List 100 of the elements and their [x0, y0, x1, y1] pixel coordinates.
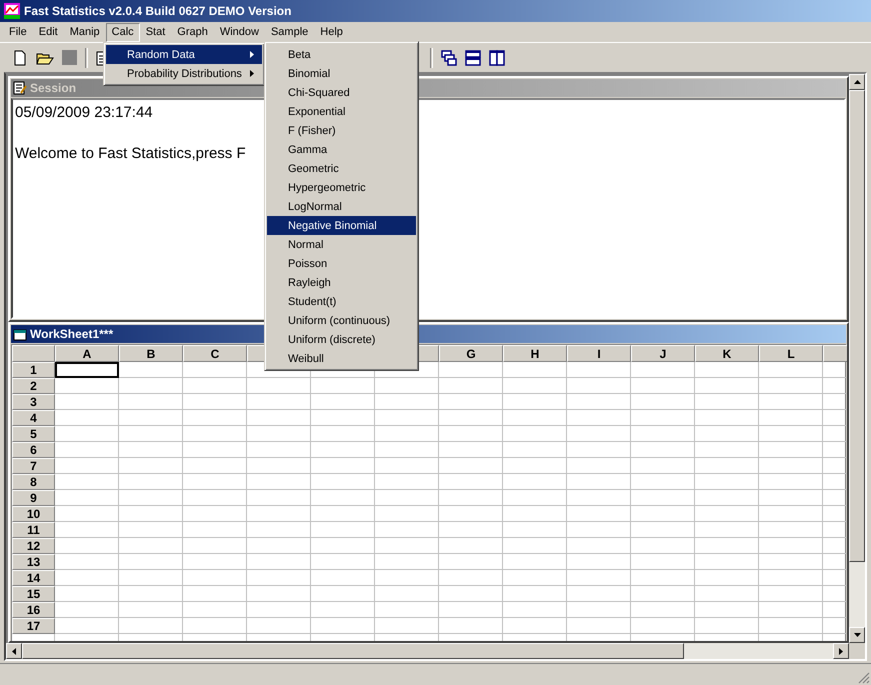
table-cell[interactable] — [311, 378, 375, 394]
row-header[interactable]: 11 — [12, 522, 55, 538]
table-cell[interactable] — [183, 554, 247, 570]
menu-item[interactable]: Hypergeometric — [267, 178, 416, 197]
table-cell[interactable] — [631, 410, 695, 426]
table-cell[interactable] — [119, 586, 183, 602]
table-cell[interactable] — [631, 490, 695, 506]
table-cell[interactable] — [695, 378, 759, 394]
table-cell[interactable] — [311, 538, 375, 554]
table-cell[interactable] — [567, 458, 631, 474]
menu-item[interactable]: Negative Binomial — [267, 216, 416, 235]
table-cell[interactable] — [503, 506, 567, 522]
row-header[interactable]: 5 — [12, 426, 55, 442]
table-cell[interactable] — [503, 394, 567, 410]
table-cell[interactable] — [247, 618, 311, 634]
row-header[interactable]: 15 — [12, 586, 55, 602]
table-cell[interactable] — [311, 442, 375, 458]
menu-item[interactable]: Stat — [140, 22, 172, 42]
table-cell[interactable] — [567, 394, 631, 410]
menu-item[interactable]: F (Fisher) — [267, 121, 416, 140]
table-cell[interactable] — [183, 474, 247, 490]
table-cell[interactable] — [183, 426, 247, 442]
row-header[interactable]: 14 — [12, 570, 55, 586]
row-header[interactable]: 2 — [12, 378, 55, 394]
table-cell[interactable] — [439, 394, 503, 410]
table-cell[interactable] — [247, 442, 311, 458]
column-header[interactable]: G — [439, 345, 503, 362]
table-cell[interactable] — [695, 586, 759, 602]
table-cell[interactable] — [119, 490, 183, 506]
menu-item[interactable]: Sample — [264, 22, 314, 42]
table-cell[interactable] — [503, 490, 567, 506]
table-cell[interactable] — [183, 362, 247, 378]
table-cell[interactable] — [567, 522, 631, 538]
table-cell[interactable] — [183, 442, 247, 458]
table-cell[interactable] — [439, 586, 503, 602]
table-cell[interactable] — [439, 474, 503, 490]
table-cell[interactable] — [183, 410, 247, 426]
table-cell[interactable] — [695, 506, 759, 522]
table-cell[interactable] — [119, 570, 183, 586]
row-header[interactable]: 6 — [12, 442, 55, 458]
table-cell[interactable] — [631, 618, 695, 634]
table-cell[interactable] — [375, 474, 439, 490]
row-header[interactable]: 3 — [12, 394, 55, 410]
table-cell[interactable] — [439, 458, 503, 474]
table-cell[interactable] — [311, 586, 375, 602]
menu-item[interactable]: Student(t) — [267, 292, 416, 311]
row-header[interactable]: 1 — [12, 362, 55, 378]
new-file-icon[interactable] — [12, 50, 28, 66]
scroll-thumb[interactable] — [22, 643, 684, 659]
table-cell[interactable] — [503, 586, 567, 602]
table-cell[interactable] — [631, 474, 695, 490]
table-cell[interactable] — [759, 586, 823, 602]
table-cell[interactable] — [439, 442, 503, 458]
table-cell[interactable] — [567, 426, 631, 442]
table-cell[interactable] — [631, 458, 695, 474]
table-cell[interactable] — [119, 506, 183, 522]
table-cell[interactable] — [759, 458, 823, 474]
table-cell[interactable] — [503, 474, 567, 490]
table-cell[interactable] — [311, 394, 375, 410]
table-cell[interactable] — [631, 538, 695, 554]
table-cell[interactable] — [183, 570, 247, 586]
table-cell[interactable] — [759, 522, 823, 538]
table-cell[interactable] — [375, 426, 439, 442]
menu-item[interactable]: Window — [214, 22, 265, 42]
table-cell[interactable] — [695, 522, 759, 538]
table-cell[interactable] — [55, 474, 119, 490]
table-cell[interactable] — [695, 474, 759, 490]
table-cell[interactable] — [759, 618, 823, 634]
column-header[interactable]: J — [631, 345, 695, 362]
table-cell[interactable] — [119, 394, 183, 410]
table-cell[interactable] — [567, 410, 631, 426]
table-cell[interactable] — [695, 394, 759, 410]
table-cell[interactable] — [119, 602, 183, 618]
table-cell[interactable] — [503, 378, 567, 394]
menu-item[interactable]: Normal — [267, 235, 416, 254]
table-cell[interactable] — [247, 474, 311, 490]
table-cell[interactable] — [631, 426, 695, 442]
menu-item[interactable]: Uniform (discrete) — [267, 330, 416, 349]
table-cell[interactable] — [567, 506, 631, 522]
table-cell[interactable] — [119, 442, 183, 458]
table-cell[interactable] — [695, 570, 759, 586]
table-cell[interactable] — [247, 394, 311, 410]
table-cell[interactable] — [375, 394, 439, 410]
save-icon[interactable] — [62, 50, 77, 65]
row-header[interactable]: 10 — [12, 506, 55, 522]
table-cell[interactable] — [503, 554, 567, 570]
table-cell[interactable] — [567, 362, 631, 378]
table-cell[interactable] — [439, 410, 503, 426]
table-cell[interactable] — [55, 378, 119, 394]
table-cell[interactable] — [503, 426, 567, 442]
menu-item[interactable]: Manip — [64, 22, 106, 42]
horizontal-scrollbar[interactable] — [6, 643, 849, 659]
table-cell[interactable] — [631, 394, 695, 410]
table-cell[interactable] — [375, 378, 439, 394]
table-cell[interactable] — [183, 394, 247, 410]
table-cell[interactable] — [759, 506, 823, 522]
table-cell[interactable] — [311, 570, 375, 586]
table-cell[interactable] — [439, 538, 503, 554]
table-cell[interactable] — [439, 426, 503, 442]
table-cell[interactable] — [567, 474, 631, 490]
